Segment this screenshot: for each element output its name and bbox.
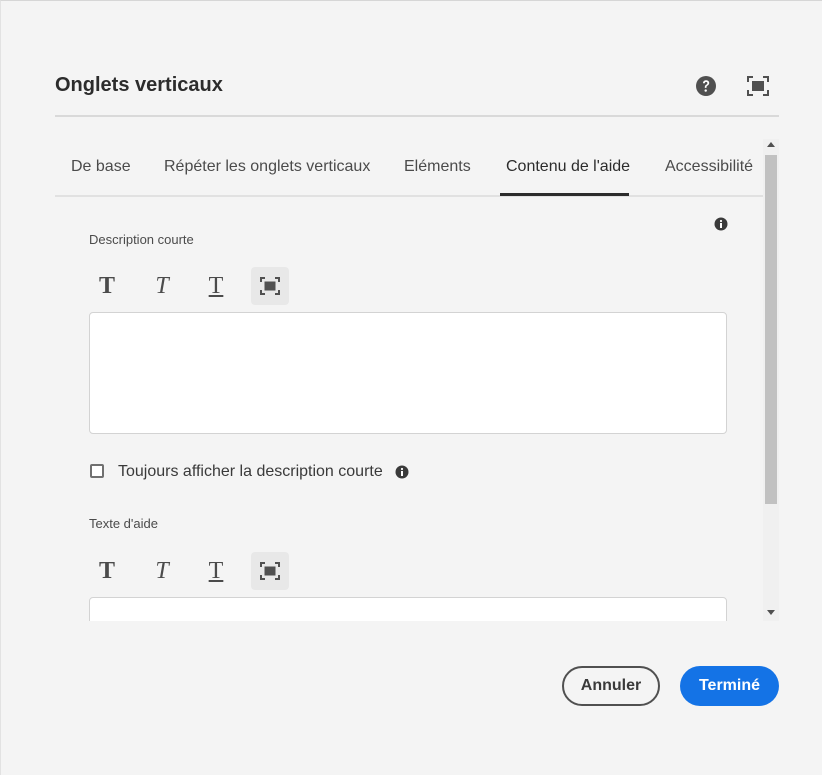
tab-elements[interactable]: Eléments: [404, 158, 471, 176]
short-description-label: Description courte: [89, 232, 194, 247]
tab-repeter-onglets[interactable]: Répéter les onglets verticaux: [164, 158, 370, 176]
scroll-up-arrow-icon[interactable]: [767, 142, 775, 147]
bold-icon[interactable]: T: [88, 267, 126, 305]
expand-icon[interactable]: [251, 267, 289, 305]
tab-contenu-aide[interactable]: Contenu de l'aide: [506, 158, 630, 176]
tab-de-base[interactable]: De base: [71, 158, 131, 176]
scroll-thumb[interactable]: [765, 155, 777, 504]
bold-icon[interactable]: T: [88, 552, 126, 590]
tab-content: Description courte T T T Toujours affich…: [55, 197, 763, 621]
fullscreen-icon[interactable]: [747, 75, 769, 97]
active-tab-indicator: [500, 193, 629, 196]
expand-icon[interactable]: [251, 552, 289, 590]
help-text-editor[interactable]: [89, 597, 727, 621]
scrollbar[interactable]: [763, 139, 779, 621]
cancel-button[interactable]: Annuler: [562, 666, 660, 706]
help-icon[interactable]: [695, 75, 717, 97]
underline-icon[interactable]: T: [197, 267, 235, 305]
short-description-editor[interactable]: [89, 312, 727, 434]
done-button[interactable]: Terminé: [680, 666, 779, 706]
always-show-label[interactable]: Toujours afficher la description courte: [118, 463, 383, 481]
info-icon[interactable]: [395, 465, 409, 479]
scroll-down-arrow-icon[interactable]: [767, 610, 775, 615]
header-divider: [55, 115, 779, 117]
tab-bar: De base Répéter les onglets verticaux El…: [55, 139, 763, 197]
always-show-checkbox[interactable]: [90, 464, 104, 478]
dialog-title: Onglets verticaux: [55, 74, 223, 96]
underline-icon[interactable]: T: [197, 552, 235, 590]
dialog: Onglets verticaux De base Répéter les on…: [0, 0, 822, 775]
info-icon[interactable]: [714, 217, 728, 231]
italic-icon[interactable]: T: [143, 267, 181, 305]
help-text-label: Texte d'aide: [89, 516, 158, 531]
tab-accessibilite[interactable]: Accessibilité: [665, 158, 753, 176]
italic-icon[interactable]: T: [143, 552, 181, 590]
